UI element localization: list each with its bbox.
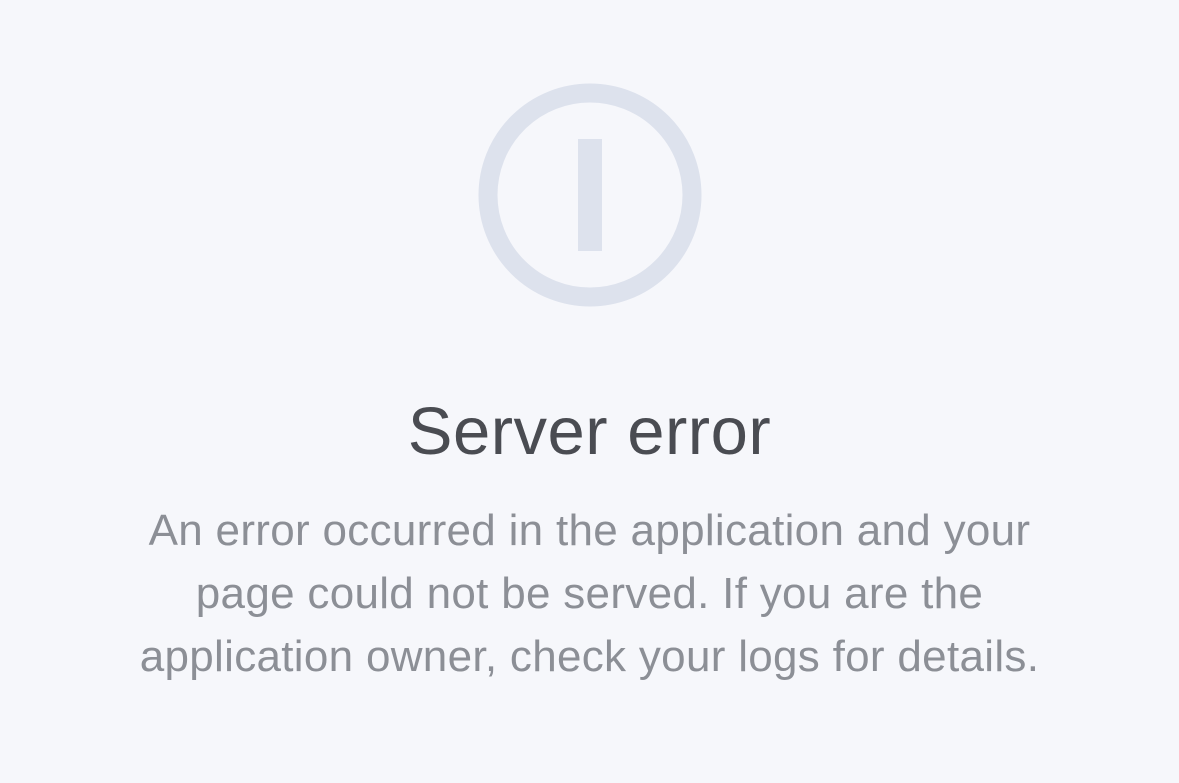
- error-message-line: application owner, check your logs for d…: [139, 632, 1040, 681]
- error-title: Server error: [407, 394, 772, 469]
- exclamation-circle-icon: [477, 82, 703, 308]
- error-message-line: An error occurred in the application and…: [148, 506, 1031, 555]
- error-message-line: page could not be served. If you are the: [195, 569, 984, 618]
- error-message: An error occurred in the application and…: [90, 499, 1089, 688]
- error-page: Server error An error occurred in the ap…: [0, 0, 1179, 783]
